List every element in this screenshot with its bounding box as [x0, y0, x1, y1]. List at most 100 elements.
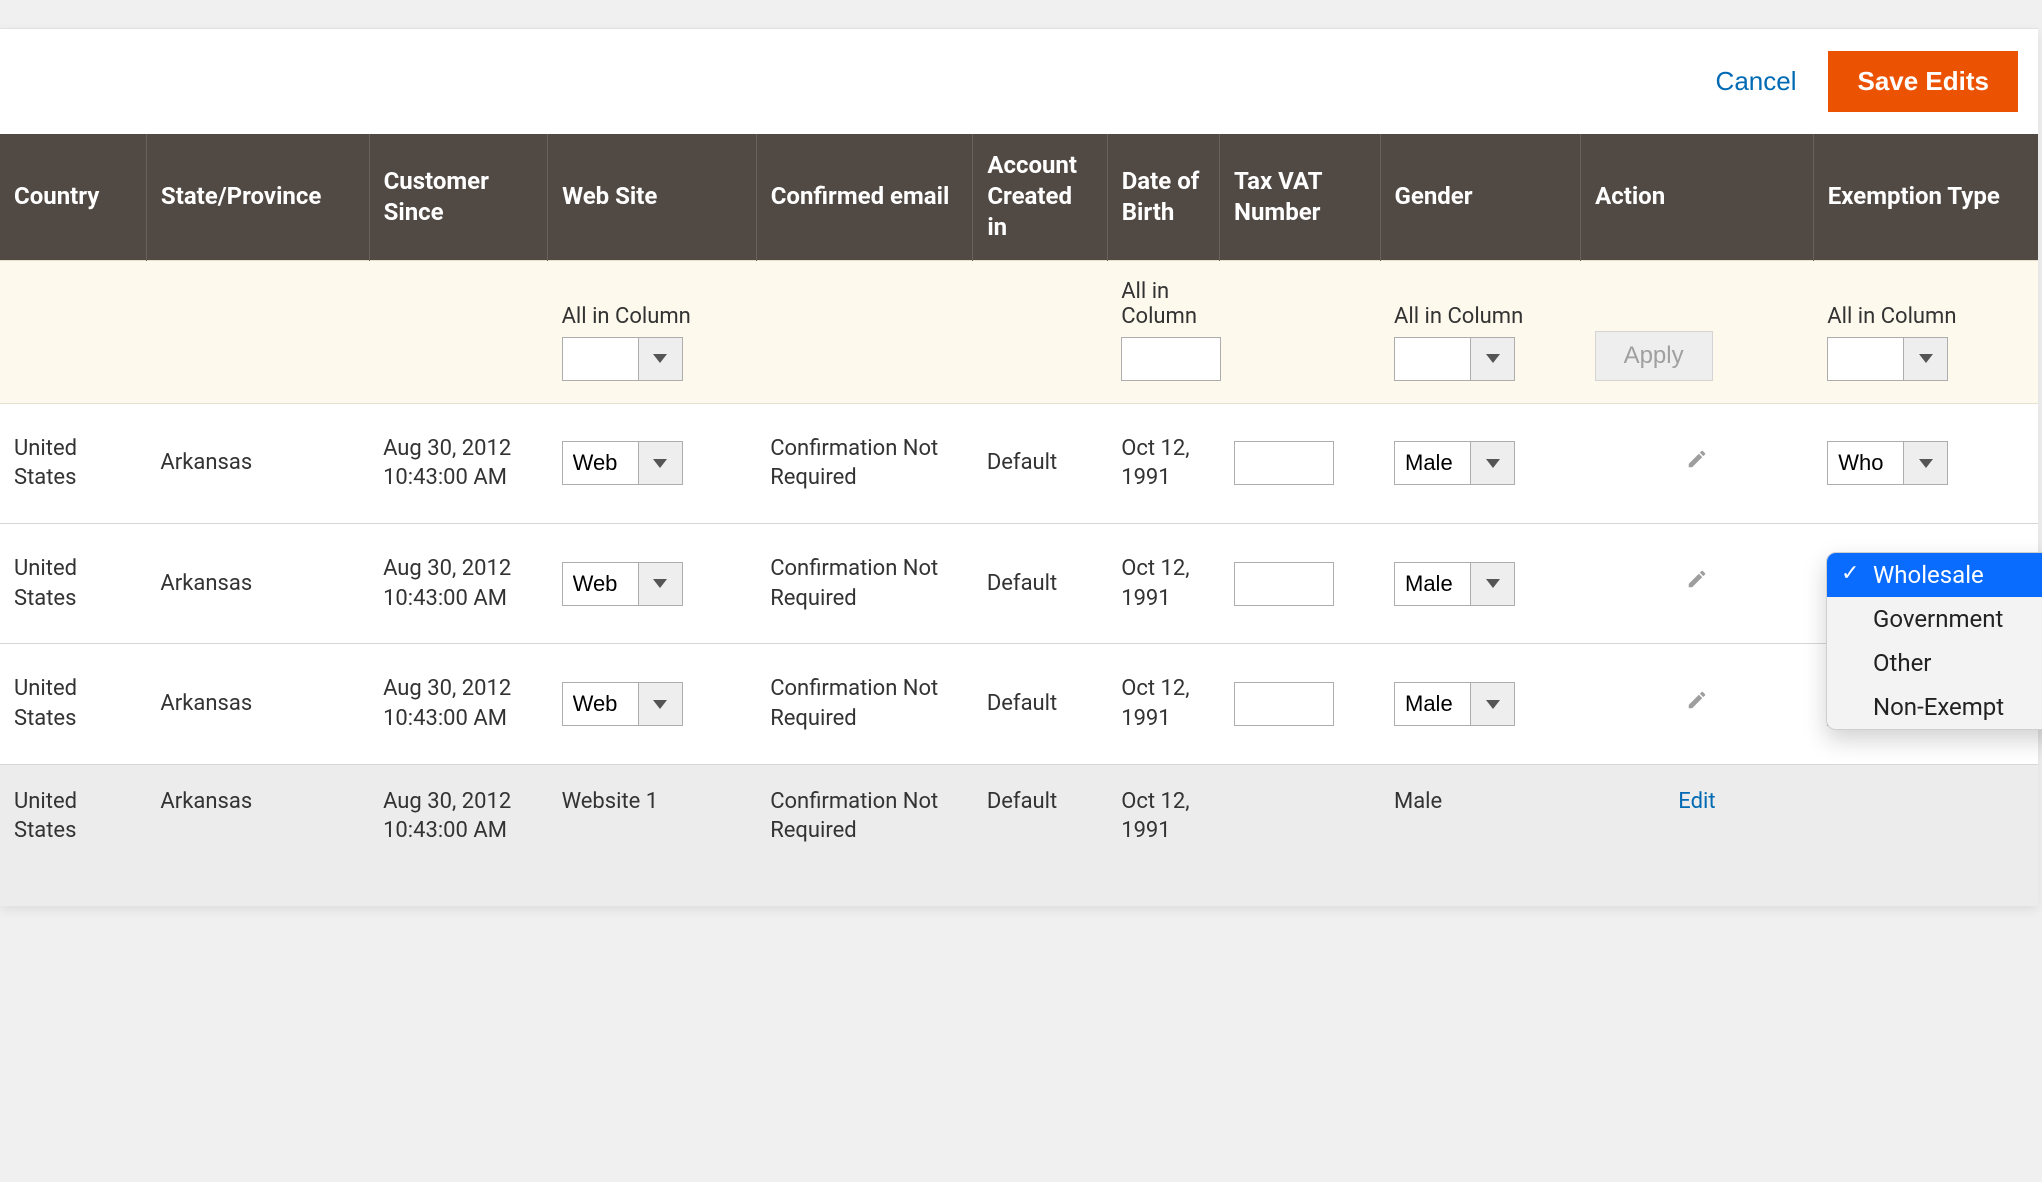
- col-exemption[interactable]: Exemption Type: [1813, 134, 2038, 260]
- row1-website-input[interactable]: [563, 563, 638, 605]
- bulk-website-select[interactable]: [562, 337, 683, 381]
- cell-dob: Oct 12, 1991: [1107, 523, 1219, 643]
- bulk-dob-input[interactable]: [1121, 337, 1221, 381]
- row2-gender-select[interactable]: [1394, 682, 1515, 726]
- cell-action: Edit: [1581, 764, 1814, 906]
- cell-action: [1581, 403, 1814, 523]
- cell-website: [548, 644, 757, 764]
- col-dob[interactable]: Date of Birth: [1107, 134, 1219, 260]
- dropdown-option[interactable]: Wholesale: [1827, 553, 2042, 597]
- cell-since: Aug 30, 2012 10:43:00 AM: [369, 523, 548, 643]
- col-action[interactable]: Action: [1581, 134, 1814, 260]
- row0-gender-input[interactable]: [1395, 442, 1470, 484]
- cell-dob: Oct 12, 1991: [1107, 403, 1219, 523]
- table-row: United StatesArkansasAug 30, 2012 10:43:…: [0, 644, 2038, 764]
- col-confirmed[interactable]: Confirmed email: [756, 134, 973, 260]
- bulk-label-dob: All in Column: [1121, 279, 1205, 329]
- table-row: United StatesArkansasAug 30, 2012 10:43:…: [0, 403, 2038, 523]
- cell-since: Aug 30, 2012 10:43:00 AM: [369, 764, 548, 906]
- cell-tax: [1220, 764, 1380, 906]
- cell-confirmed: Confirmation Not Required: [756, 764, 973, 906]
- bulk-label-gender: All in Column: [1394, 304, 1567, 329]
- row1-website-select[interactable]: [562, 562, 683, 606]
- cell-gender: [1380, 523, 1581, 643]
- bulk-label-exemption: All in Column: [1827, 304, 2024, 329]
- row0-tax-input[interactable]: [1234, 441, 1334, 485]
- row2-tax-input[interactable]: [1234, 682, 1334, 726]
- customers-grid: Country State/Province Customer Since We…: [0, 134, 2038, 906]
- cell-exemption: [1813, 764, 2038, 906]
- cell-state: Arkansas: [146, 403, 369, 523]
- chevron-down-icon[interactable]: [1903, 338, 1947, 380]
- row0-exemption-input[interactable]: [1828, 442, 1903, 484]
- chevron-down-icon[interactable]: [1470, 683, 1514, 725]
- chevron-down-icon[interactable]: [638, 563, 682, 605]
- chevron-down-icon[interactable]: [1470, 563, 1514, 605]
- row0-gender-select[interactable]: [1394, 441, 1515, 485]
- col-tax[interactable]: Tax VAT Number: [1220, 134, 1380, 260]
- cell-confirmed: Confirmation Not Required: [756, 403, 973, 523]
- cell-state: Arkansas: [146, 764, 369, 906]
- save-edits-button[interactable]: Save Edits: [1828, 51, 2018, 112]
- exemption-dropdown-menu[interactable]: WholesaleGovernmentOtherNon-Exempt: [1826, 552, 2042, 730]
- chevron-down-icon[interactable]: [1903, 442, 1947, 484]
- bulk-gender-input[interactable]: [1395, 338, 1470, 380]
- cell-confirmed: Confirmation Not Required: [756, 644, 973, 764]
- cell-website: Website 1: [548, 764, 757, 906]
- cell-country: United States: [0, 644, 146, 764]
- row2-gender-input[interactable]: [1395, 683, 1470, 725]
- col-account[interactable]: Account Created in: [973, 134, 1107, 260]
- col-country[interactable]: Country: [0, 134, 146, 260]
- bulk-gender-select[interactable]: [1394, 337, 1515, 381]
- edit-toolbar: Cancel Save Edits: [0, 29, 2038, 134]
- cell-account: Default: [973, 764, 1107, 906]
- cell-website: [548, 523, 757, 643]
- cell-tax: [1220, 523, 1380, 643]
- row0-website-input[interactable]: [563, 442, 638, 484]
- col-since[interactable]: Customer Since: [369, 134, 548, 260]
- col-state[interactable]: State/Province: [146, 134, 369, 260]
- row2-website-input[interactable]: [563, 683, 638, 725]
- row2-website-select[interactable]: [562, 682, 683, 726]
- cancel-button[interactable]: Cancel: [1712, 60, 1801, 103]
- bulk-website-input[interactable]: [563, 338, 638, 380]
- chevron-down-icon[interactable]: [1470, 338, 1514, 380]
- grid-panel: Cancel Save Edits Country State/Province…: [0, 28, 2038, 906]
- header-row: Country State/Province Customer Since We…: [0, 134, 2038, 260]
- dropdown-option[interactable]: Government: [1827, 597, 2042, 641]
- cell-gender: [1380, 403, 1581, 523]
- cell-gender: Male: [1380, 764, 1581, 906]
- chevron-down-icon[interactable]: [1470, 442, 1514, 484]
- bulk-exemption-select[interactable]: [1827, 337, 1948, 381]
- row0-website-select[interactable]: [562, 441, 683, 485]
- cell-account: Default: [973, 523, 1107, 643]
- cell-country: United States: [0, 403, 146, 523]
- dropdown-option[interactable]: Non-Exempt: [1827, 685, 2042, 729]
- col-gender[interactable]: Gender: [1380, 134, 1581, 260]
- row1-gender-select[interactable]: [1394, 562, 1515, 606]
- cell-tax: [1220, 403, 1380, 523]
- cell-action: [1581, 644, 1814, 764]
- dropdown-option[interactable]: Other: [1827, 641, 2042, 685]
- edit-link[interactable]: Edit: [1678, 789, 1715, 814]
- row1-tax-input[interactable]: [1234, 562, 1334, 606]
- apply-button[interactable]: Apply: [1595, 331, 1713, 381]
- bulk-exemption-input[interactable]: [1828, 338, 1903, 380]
- chevron-down-icon[interactable]: [638, 442, 682, 484]
- cell-country: United States: [0, 764, 146, 906]
- cell-dob: Oct 12, 1991: [1107, 644, 1219, 764]
- chevron-down-icon[interactable]: [638, 683, 682, 725]
- pencil-icon[interactable]: [1686, 568, 1708, 590]
- cell-since: Aug 30, 2012 10:43:00 AM: [369, 644, 548, 764]
- cell-action: [1581, 523, 1814, 643]
- pencil-icon[interactable]: [1686, 689, 1708, 711]
- cell-since: Aug 30, 2012 10:43:00 AM: [369, 403, 548, 523]
- row0-exemption-select[interactable]: [1827, 441, 1948, 485]
- col-website[interactable]: Web Site: [548, 134, 757, 260]
- cell-gender: [1380, 644, 1581, 764]
- pencil-icon[interactable]: [1686, 448, 1708, 470]
- chevron-down-icon[interactable]: [638, 338, 682, 380]
- row1-gender-input[interactable]: [1395, 563, 1470, 605]
- cell-dob: Oct 12, 1991: [1107, 764, 1219, 906]
- cell-state: Arkansas: [146, 523, 369, 643]
